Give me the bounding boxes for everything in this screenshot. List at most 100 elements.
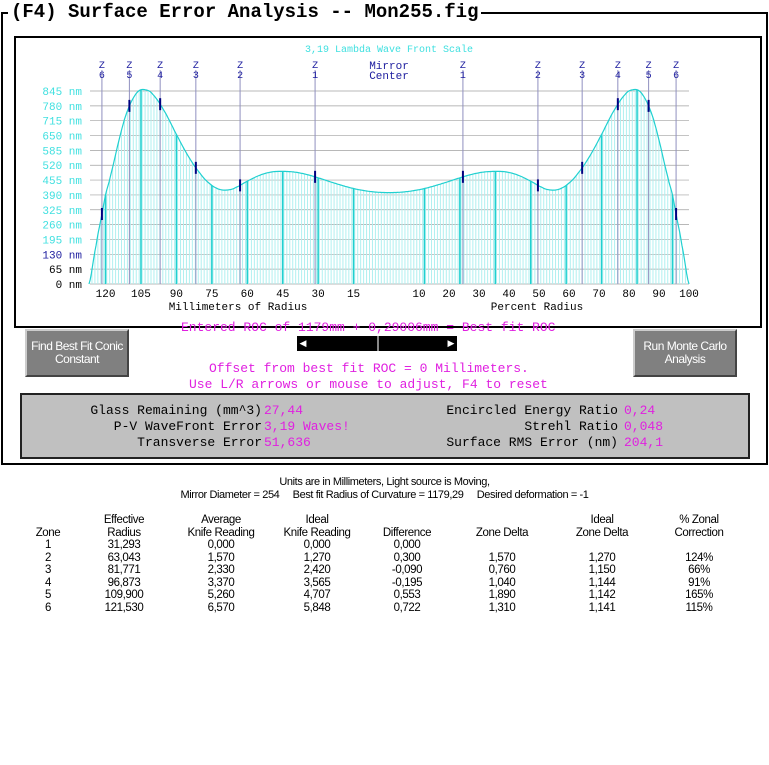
rms-value: 204,1: [624, 435, 664, 450]
strehl-label: Strehl Ratio: [524, 419, 618, 434]
header-text: Ideal: [590, 514, 614, 526]
header-text: Correction: [674, 526, 724, 539]
x-tick-percent: 100: [679, 289, 699, 301]
header-text: Ideal: [305, 514, 329, 526]
y-tick-label: 845 nm: [42, 87, 82, 99]
table-cell: 0,000: [207, 539, 235, 551]
scroll-thumb[interactable]: [377, 336, 379, 351]
y-tick-label: 325 nm: [42, 206, 82, 218]
header-text: Knife Reading: [283, 526, 351, 539]
chart-title: 3,19 Lambda Wave Front Scale: [305, 44, 473, 56]
x-tick-mm: 90: [170, 289, 183, 301]
table-cell: -0,195: [391, 576, 423, 589]
y-tick-label: 130 nm: [42, 250, 82, 262]
table-cell: 2: [45, 551, 51, 564]
y-tick-label: 0 nm: [56, 280, 83, 292]
zone-table: Zone Effective Radius Average Knife Reading I…: [20, 514, 748, 614]
x-axis-label-right: Percent Radius: [491, 302, 583, 314]
zone-number: 4: [157, 71, 163, 82]
table-cell: 124%: [685, 551, 713, 564]
x-tick-mm: 45: [276, 289, 289, 301]
roc-scrollbar[interactable]: ◀ ▶: [297, 336, 457, 351]
header-text: Zone Delta: [575, 526, 629, 539]
zone-number: 1: [460, 71, 466, 82]
zone-number: 2: [237, 71, 243, 82]
transverse-label: Transverse Error: [137, 435, 262, 450]
table-cell: 1,144: [588, 576, 616, 589]
x-tick-mm: 15: [347, 289, 360, 301]
table-cell: 1,310: [488, 601, 516, 614]
scroll-right-arrow-icon[interactable]: ▶: [445, 336, 457, 351]
table-row: 1 31,293 0,000 0,000 0,000: [20, 539, 748, 552]
x-tick-mm: 75: [205, 289, 218, 301]
header-text: Difference: [382, 526, 432, 539]
table-cell: 31,293: [107, 539, 141, 551]
table-cell: 0,722: [393, 601, 421, 614]
table-cell: 1,570: [488, 551, 516, 564]
mirror-center-label: Center: [369, 71, 409, 83]
table-cell: 0,760: [488, 564, 516, 576]
zone-number: 5: [646, 71, 652, 82]
table-cell: 1,040: [488, 576, 516, 589]
table-cell: 5,848: [303, 601, 331, 614]
table-row: 4 96,873 3,370 3,565 -0,195 1,040 1,144 91%: [20, 577, 748, 590]
column-header: Zone: [20, 514, 76, 539]
y-tick-label: 195 nm: [42, 235, 82, 247]
wavefront-curve: [88, 88, 690, 285]
column-header: Effective Radius: [76, 514, 172, 539]
wavefront-chart-svg: 0 nm 65 nm 130 nm 195 nm 260 nm 325 nm 390 nm 4…: [42, 44, 699, 314]
y-tick-label: 585 nm: [42, 146, 82, 158]
y-tick-label: 65 nm: [49, 265, 82, 277]
table-cell: 4: [45, 576, 51, 589]
table-cell: 5: [45, 589, 51, 601]
header-text: Effective: [103, 514, 145, 526]
table-cell: [554, 539, 650, 552]
table-cell: 1: [45, 539, 51, 551]
column-header: Difference: [364, 514, 450, 539]
y-tick-label: 260 nm: [42, 221, 82, 233]
table-cell: 81,771: [107, 564, 141, 576]
x-tick-mm: 60: [241, 289, 254, 301]
table-cell: 115%: [685, 601, 713, 614]
glass-value: 27,44: [264, 403, 304, 418]
rms-label: Surface RMS Error (nm): [446, 435, 618, 450]
pv-value: 3,19 Waves!: [264, 419, 350, 434]
table-row: 3 81,771 2,330 2,420 -0,090 0,760 1,150 66%: [20, 564, 748, 577]
table-cell: 91%: [688, 576, 710, 589]
table-cell: 0,553: [393, 589, 421, 601]
table-cell: 6: [45, 601, 51, 614]
table-cell: 6,570: [207, 601, 235, 614]
column-header: Ideal Zone Delta: [554, 514, 650, 539]
window-title: (F4) Surface Error Analysis -- Mon255.fi…: [8, 1, 482, 23]
table-cell: 0,300: [393, 551, 421, 564]
table-cell: 66%: [688, 564, 710, 576]
table-cell: 1,150: [588, 564, 616, 576]
x-tick-percent: 20: [442, 289, 455, 301]
x-tick-mm: 120: [96, 289, 116, 301]
pv-label: P-V WaveFront Error: [113, 419, 262, 434]
table-cell: 0,000: [303, 539, 331, 551]
zone-number: 6: [99, 71, 105, 82]
glass-label: Glass Remaining (mm^3): [90, 403, 262, 418]
table-cell: 109,900: [104, 589, 144, 601]
table-cell: 1,570: [207, 551, 235, 564]
column-header: Average Knife Reading: [172, 514, 270, 539]
y-tick-label: 715 nm: [42, 117, 82, 129]
table-cell: [450, 539, 554, 552]
zone-number: 6: [673, 71, 679, 82]
table-cell: 5,260: [207, 589, 235, 601]
header-text: Radius: [107, 526, 141, 539]
header-text: Knife Reading: [187, 526, 255, 539]
strehl-value: 0,048: [624, 419, 664, 434]
scroll-left-arrow-icon[interactable]: ◀: [297, 336, 309, 351]
find-best-fit-conic-button[interactable]: Find Best Fit Conic Constant: [25, 329, 129, 377]
column-header: % Zonal Correction: [650, 514, 748, 539]
zone-number: 4: [615, 71, 621, 82]
table-cell: 1,270: [303, 551, 331, 564]
y-tick-label: 390 nm: [42, 191, 82, 203]
ee-value: 0,24: [624, 403, 656, 418]
table-row: 2 63,043 1,570 1,270 0,300 1,570 1,270 124%: [20, 552, 748, 565]
run-monte-carlo-button[interactable]: Run Monte Carlo Analysis: [633, 329, 737, 377]
mirror-info: Mirror Diameter = 254 Best fit Radius of…: [180, 489, 589, 501]
zone-number: 5: [126, 71, 132, 82]
